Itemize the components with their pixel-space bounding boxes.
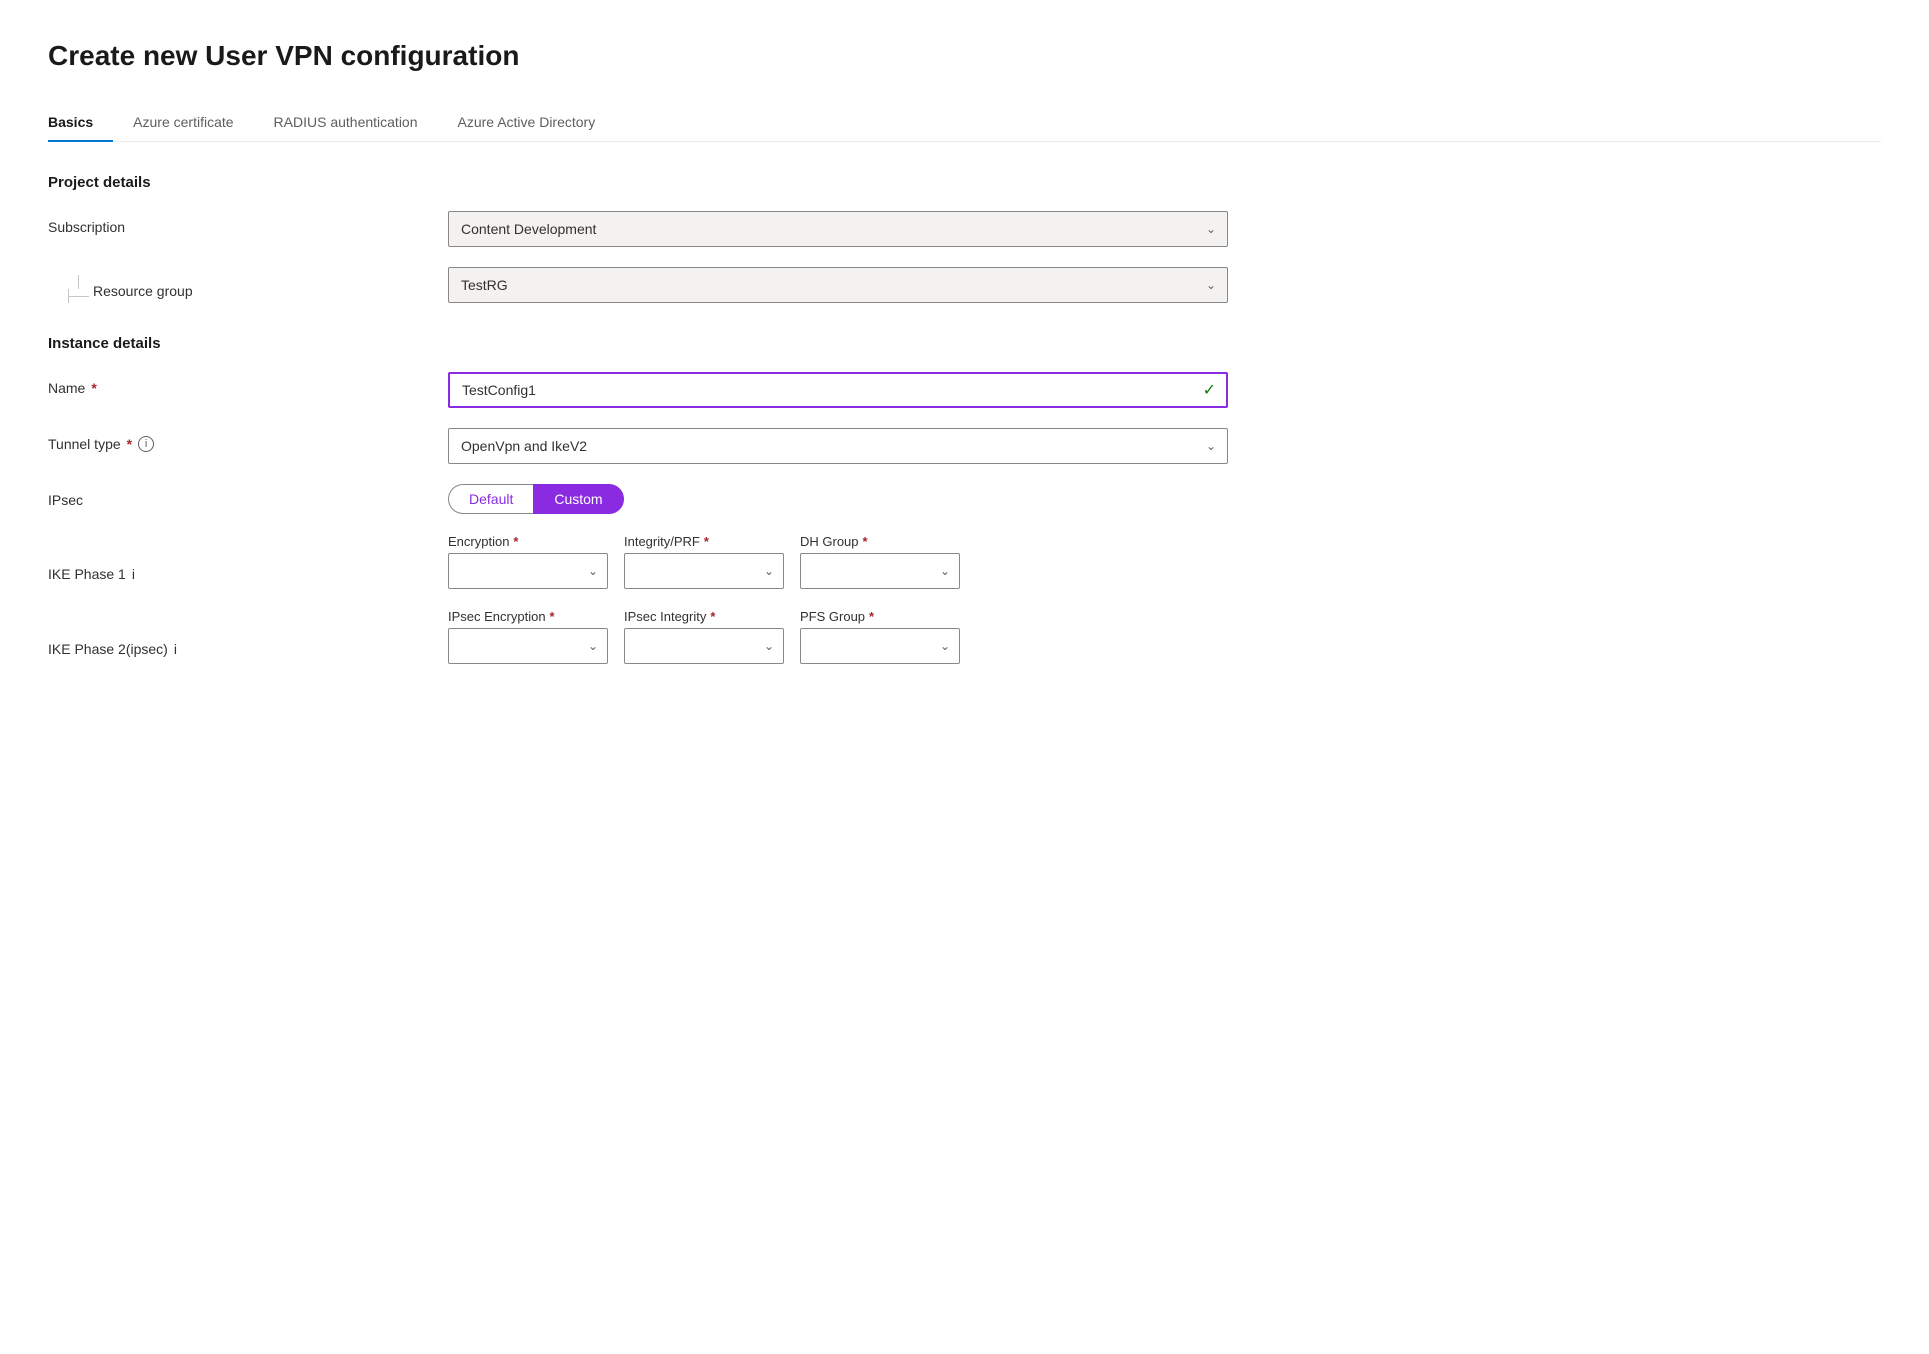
ike-phase1-fields: Encryption * ⌄ Integrity/PRF * ⌄ xyxy=(448,534,1881,589)
tunnel-type-control: OpenVpn and IkeV2 ⌄ xyxy=(448,428,1228,464)
ike-phase2-ipsec-encryption-label: IPsec Encryption * xyxy=(448,609,608,624)
tab-azure-certificate[interactable]: Azure certificate xyxy=(113,104,253,142)
ike-phase2-ipsec-encryption-required: * xyxy=(550,609,555,624)
subscription-select[interactable]: Content Development xyxy=(448,211,1228,247)
resource-group-select[interactable]: TestRG xyxy=(448,267,1228,303)
project-details-section: Project details Subscription Content Dev… xyxy=(48,174,1881,303)
subscription-label: Subscription xyxy=(48,211,448,235)
name-control: ✓ xyxy=(448,372,1228,408)
tab-radius-authentication[interactable]: RADIUS authentication xyxy=(254,104,438,142)
tunnel-type-select[interactable]: OpenVpn and IkeV2 xyxy=(448,428,1228,464)
ike-phase2-pfs-group-wrapper: ⌄ xyxy=(800,628,960,664)
name-check-icon: ✓ xyxy=(1203,380,1216,400)
subscription-row: Subscription Content Development ⌄ xyxy=(48,211,1881,247)
resource-group-control: TestRG ⌄ xyxy=(448,267,1228,303)
ike-phase1-dhgroup-group: DH Group * ⌄ xyxy=(800,534,960,589)
ike-phase1-encryption-label: Encryption * xyxy=(448,534,608,549)
resource-group-label: Resource group xyxy=(93,275,193,299)
ike-phase2-ipsec-encryption-select[interactable] xyxy=(448,628,608,664)
name-input[interactable] xyxy=(448,372,1228,408)
tabs-container: Basics Azure certificate RADIUS authenti… xyxy=(48,104,1881,142)
resource-group-select-wrapper: TestRG ⌄ xyxy=(448,267,1228,303)
ike-phase2-fields: IPsec Encryption * ⌄ IPsec Integrity * ⌄ xyxy=(448,609,1881,664)
ike-phase2-pfs-group-required: * xyxy=(869,609,874,624)
ike-phase1-info-icon[interactable]: i xyxy=(132,566,135,582)
ike-phase1-integrity-required: * xyxy=(704,534,709,549)
tab-basics[interactable]: Basics xyxy=(48,104,113,142)
name-label: Name * xyxy=(48,372,448,396)
ike-phase2-ipsec-encryption-wrapper: ⌄ xyxy=(448,628,608,664)
name-input-wrapper: ✓ xyxy=(448,372,1228,408)
ike-phase1-integrity-group: Integrity/PRF * ⌄ xyxy=(624,534,784,589)
instance-details-title: Instance details xyxy=(48,335,1881,352)
ipsec-default-button[interactable]: Default xyxy=(448,484,533,514)
tunnel-type-required-indicator: * xyxy=(127,436,132,452)
ipsec-control: Default Custom xyxy=(448,484,1228,514)
ike-phase1-integrity-select[interactable] xyxy=(624,553,784,589)
ike-phase1-integrity-wrapper: ⌄ xyxy=(624,553,784,589)
tunnel-type-label: Tunnel type * i xyxy=(48,428,448,452)
ike-phase1-dhgroup-wrapper: ⌄ xyxy=(800,553,960,589)
ipsec-row: IPsec Default Custom xyxy=(48,484,1881,514)
ike-phase2-ipsec-integrity-label: IPsec Integrity * xyxy=(624,609,784,624)
subscription-select-wrapper: Content Development ⌄ xyxy=(448,211,1228,247)
ike-phase2-label: IKE Phase 2(ipsec) i xyxy=(48,609,448,657)
ike-phase2-ipsec-encryption-group: IPsec Encryption * ⌄ xyxy=(448,609,608,664)
subscription-control: Content Development ⌄ xyxy=(448,211,1228,247)
name-required-indicator: * xyxy=(91,380,96,396)
ike-phase1-row: IKE Phase 1 i Encryption * ⌄ Integrity/P… xyxy=(48,534,1881,589)
ike-phase1-encryption-group: Encryption * ⌄ xyxy=(448,534,608,589)
resource-group-row: Resource group TestRG ⌄ xyxy=(48,267,1881,303)
name-row: Name * ✓ xyxy=(48,372,1881,408)
ipsec-label: IPsec xyxy=(48,484,448,508)
project-details-title: Project details xyxy=(48,174,1881,191)
ike-phase2-ipsec-integrity-wrapper: ⌄ xyxy=(624,628,784,664)
ike-phase1-dhgroup-label: DH Group * xyxy=(800,534,960,549)
tunnel-type-info-icon[interactable]: i xyxy=(138,436,154,452)
ike-phase2-row: IKE Phase 2(ipsec) i IPsec Encryption * … xyxy=(48,609,1881,664)
ike-phase2-ipsec-integrity-select[interactable] xyxy=(624,628,784,664)
ike-phase2-pfs-group-label: PFS Group * xyxy=(800,609,960,624)
ike-phase1-dhgroup-select[interactable] xyxy=(800,553,960,589)
tunnel-type-select-wrapper: OpenVpn and IkeV2 ⌄ xyxy=(448,428,1228,464)
ike-phase1-integrity-label: Integrity/PRF * xyxy=(624,534,784,549)
ike-phase2-info-icon[interactable]: i xyxy=(174,641,177,657)
ike-phase2-pfs-group-select[interactable] xyxy=(800,628,960,664)
ike-phase1-encryption-select[interactable] xyxy=(448,553,608,589)
ike-phase1-encryption-wrapper: ⌄ xyxy=(448,553,608,589)
ike-phase2-pfs-group-group: PFS Group * ⌄ xyxy=(800,609,960,664)
ipsec-custom-button[interactable]: Custom xyxy=(533,484,623,514)
ike-phase2-ipsec-integrity-required: * xyxy=(710,609,715,624)
page-title: Create new User VPN configuration xyxy=(48,40,1881,72)
ike-phase1-encryption-required: * xyxy=(513,534,518,549)
ike-phase2-ipsec-integrity-group: IPsec Integrity * ⌄ xyxy=(624,609,784,664)
ipsec-toggle-group: Default Custom xyxy=(448,484,1228,514)
resource-group-label-area: Resource group xyxy=(48,267,448,303)
tab-azure-active-directory[interactable]: Azure Active Directory xyxy=(438,104,616,142)
ike-phase1-dhgroup-required: * xyxy=(863,534,868,549)
tunnel-type-row: Tunnel type * i OpenVpn and IkeV2 ⌄ xyxy=(48,428,1881,464)
ike-phase1-label: IKE Phase 1 i xyxy=(48,534,448,582)
instance-details-section: Instance details Name * ✓ Tunnel type * … xyxy=(48,335,1881,664)
